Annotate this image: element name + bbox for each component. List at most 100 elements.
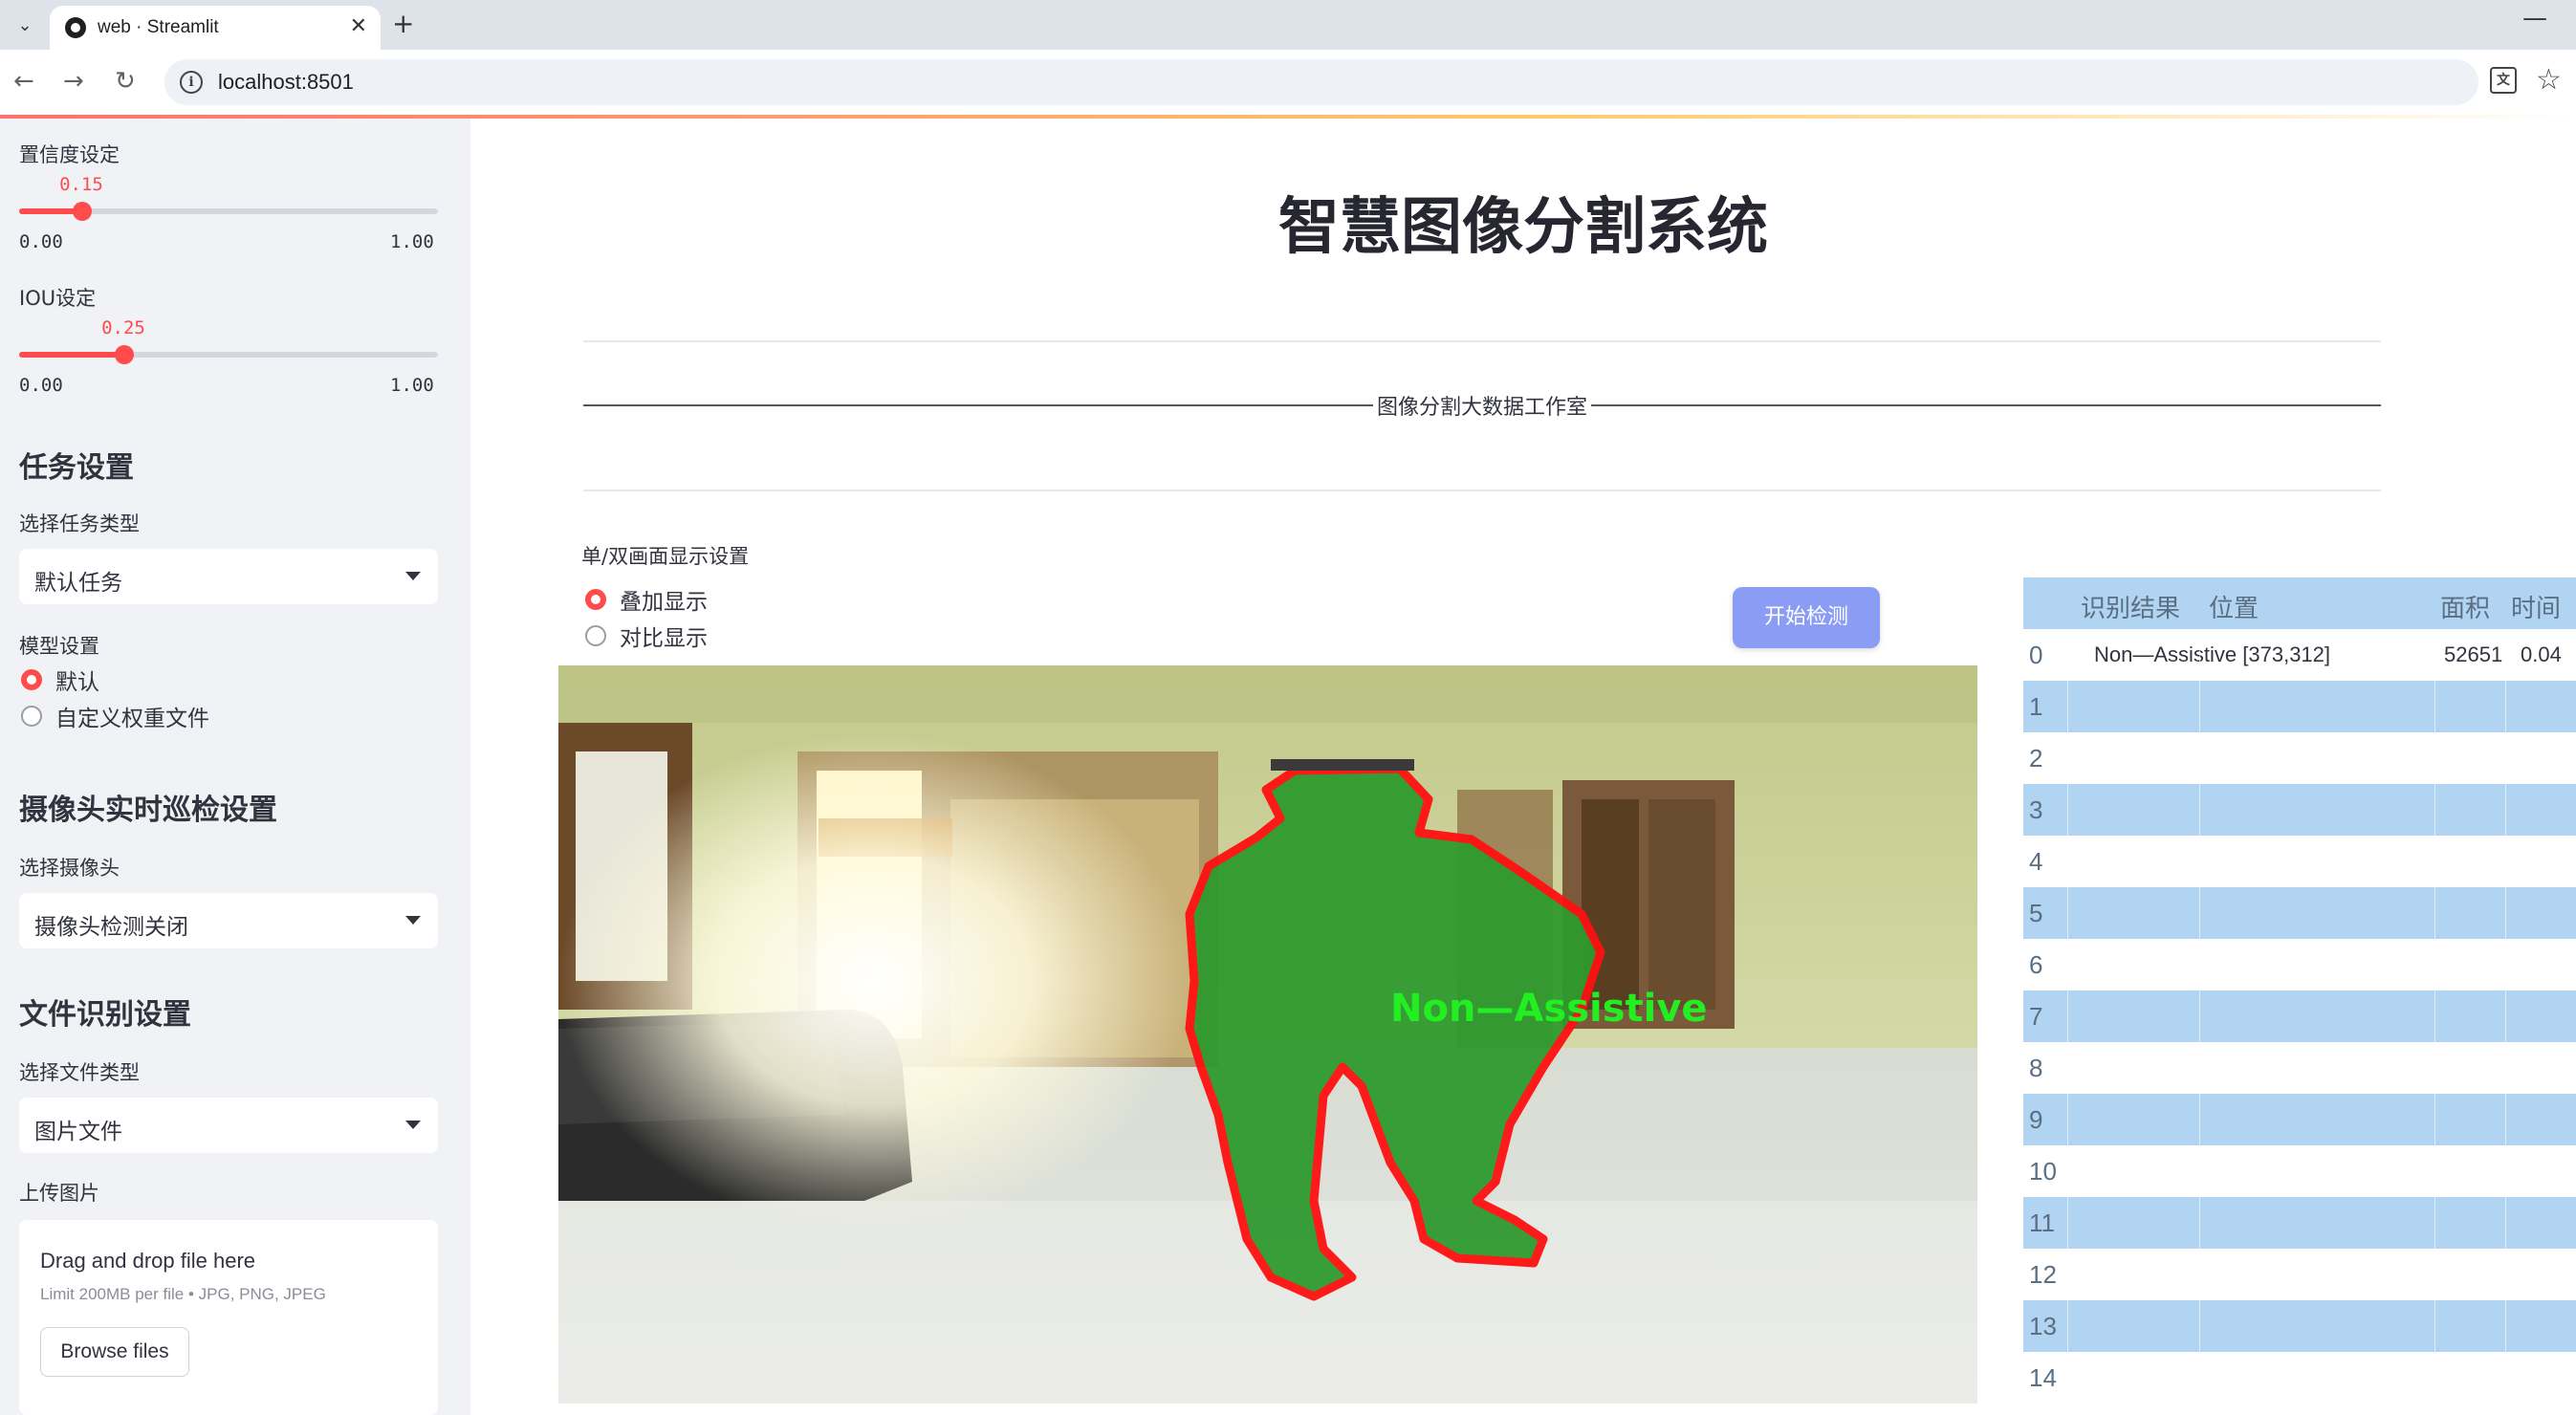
chevron-down-icon [405, 572, 421, 580]
column-divider [2505, 629, 2506, 1415]
chevron-down-icon [405, 1121, 421, 1129]
table-row[interactable]: 13 [2023, 1300, 2576, 1352]
row-index: 9 [2029, 1105, 2043, 1134]
row-index: 13 [2029, 1312, 2057, 1340]
row-index: 12 [2029, 1260, 2057, 1289]
table-row[interactable]: 12 [2023, 1249, 2576, 1300]
url-text[interactable]: localhost:8501 [218, 70, 354, 95]
row-index: 8 [2029, 1054, 2043, 1082]
divider-bottom [583, 490, 2381, 491]
upload-label: 上传图片 [19, 1182, 99, 1205]
radio-selected-icon[interactable] [21, 669, 42, 690]
site-info-icon[interactable]: i [180, 71, 203, 94]
radio-unselected-icon[interactable] [21, 706, 42, 727]
reload-icon[interactable]: ↻ [115, 67, 136, 96]
row-index: 6 [2029, 950, 2043, 979]
translate-icon[interactable]: 文 [2490, 67, 2517, 94]
table-row[interactable]: 7 [2023, 990, 2576, 1042]
column-divider [2067, 629, 2068, 1415]
browser-tab-bar: ⌄ web · Streamlit ✕ + — [0, 0, 2576, 50]
radio-selected-icon[interactable] [585, 589, 606, 610]
table-row[interactable]: 9 [2023, 1094, 2576, 1145]
col-header-area[interactable]: 面积 [2440, 589, 2490, 624]
display-mode-label: 单/双画面显示设置 [581, 545, 750, 568]
table-row[interactable]: 14 [2023, 1352, 2576, 1404]
table-row[interactable]: 10 [2023, 1145, 2576, 1197]
table-row[interactable]: 11 [2023, 1197, 2576, 1249]
table-row[interactable]: 5 [2023, 887, 2576, 939]
banner-dash-left [583, 404, 1373, 406]
camera-select-value: 摄像头检测关闭 [34, 915, 188, 940]
main-content: 智慧图像分割系统 图像分割大数据工作室 单/双画面显示设置 叠加显示 对比显示 … [470, 119, 2576, 1415]
forward-arrow-icon[interactable]: → [63, 67, 84, 96]
radio-unselected-icon[interactable] [585, 625, 606, 646]
display-radio-overlay-label: 叠加显示 [620, 590, 708, 615]
table-row[interactable]: 1 [2023, 681, 2576, 732]
browser-tab[interactable]: web · Streamlit ✕ [50, 6, 381, 50]
chevron-down-icon [405, 916, 421, 925]
table-row[interactable]: 0 Non—Assistive [373,312] 52651 0.04 [2023, 629, 2576, 681]
cell-result-position: Non—Assistive [373,312] [2094, 642, 2331, 666]
row-index: 10 [2029, 1157, 2057, 1186]
tab-close-icon[interactable]: ✕ [350, 14, 367, 38]
task-type-label: 选择任务类型 [19, 512, 140, 535]
task-type-select[interactable]: 默认任务 [19, 549, 438, 604]
address-bar[interactable]: i localhost:8501 [164, 59, 2478, 105]
table-row[interactable]: 3 [2023, 784, 2576, 836]
browse-files-button[interactable]: Browse files [40, 1327, 189, 1377]
display-radio-compare-label: 对比显示 [620, 626, 708, 651]
upload-drag-text: Drag and drop file here [40, 1249, 256, 1273]
streamlit-favicon-icon [65, 17, 86, 38]
segmentation-result-image: Non—Assistive [558, 665, 1977, 1404]
window-minimize-icon[interactable]: — [2522, 4, 2547, 33]
iou-slider[interactable] [19, 345, 438, 364]
display-radio-compare[interactable]: 对比显示 [585, 621, 708, 651]
iou-min: 0.00 [19, 375, 63, 396]
tab-search-chevron-icon[interactable]: ⌄ [10, 10, 40, 40]
bookmark-star-icon[interactable]: ☆ [2536, 63, 2562, 97]
task-settings-heading: 任务设置 [19, 451, 134, 485]
col-header-time[interactable]: 时间 [2511, 589, 2561, 624]
row-index: 1 [2029, 692, 2043, 721]
model-radio-custom-label: 自定义权重文件 [55, 707, 209, 731]
task-type-value: 默认任务 [34, 571, 122, 596]
model-radio-custom[interactable]: 自定义权重文件 [21, 702, 209, 731]
table-row[interactable]: 2 [2023, 732, 2576, 784]
camera-select-label: 选择摄像头 [19, 857, 120, 880]
iou-label: IOU设定 [19, 287, 97, 310]
model-radio-default-label: 默认 [55, 670, 99, 695]
row-index: 11 [2029, 1208, 2055, 1237]
browser-toolbar: ← → ↻ i localhost:8501 文 ☆ [0, 50, 2576, 115]
display-radio-overlay[interactable]: 叠加显示 [585, 585, 708, 615]
row-index: 4 [2029, 847, 2043, 876]
row-index: 0 [2029, 641, 2043, 669]
row-index: 14 [2029, 1363, 2057, 1392]
iou-max: 1.00 [390, 375, 434, 396]
col-header-position[interactable]: 位置 [2209, 589, 2259, 624]
column-divider [2434, 629, 2435, 1415]
col-header-result[interactable]: 识别结果 [2081, 589, 2180, 624]
file-settings-heading: 文件识别设置 [19, 998, 191, 1032]
start-detection-button[interactable]: 开始检测 [1733, 587, 1880, 648]
tab-title: web · Streamlit [98, 17, 219, 37]
row-index: 2 [2029, 744, 2043, 773]
cell-area: 52651 [2444, 642, 2503, 666]
iou-slider-fill [19, 352, 124, 358]
table-row[interactable]: 8 [2023, 1042, 2576, 1094]
results-table[interactable]: 识别结果 位置 面积 时间 0 Non—Assistive [373,312] 52… [2023, 577, 2576, 1415]
banner-dash-right [1591, 404, 2381, 406]
camera-settings-heading: 摄像头实时巡检设置 [19, 794, 277, 827]
camera-select[interactable]: 摄像头检测关闭 [19, 893, 438, 948]
file-type-select[interactable]: 图片文件 [19, 1098, 438, 1153]
divider-top [583, 340, 2381, 342]
file-uploader-dropzone[interactable]: Drag and drop file here Limit 200MB per … [19, 1220, 438, 1415]
new-tab-plus-icon[interactable]: + [392, 8, 414, 39]
model-radio-default[interactable]: 默认 [21, 665, 99, 695]
upload-limit-text: Limit 200MB per file • JPG, PNG, JPEG [40, 1285, 326, 1303]
table-row[interactable]: 6 [2023, 939, 2576, 990]
back-arrow-icon[interactable]: ← [13, 67, 34, 96]
row-index: 5 [2029, 899, 2043, 927]
iou-slider-thumb[interactable] [115, 345, 134, 364]
model-settings-label: 模型设置 [19, 635, 99, 658]
table-row[interactable]: 4 [2023, 836, 2576, 887]
